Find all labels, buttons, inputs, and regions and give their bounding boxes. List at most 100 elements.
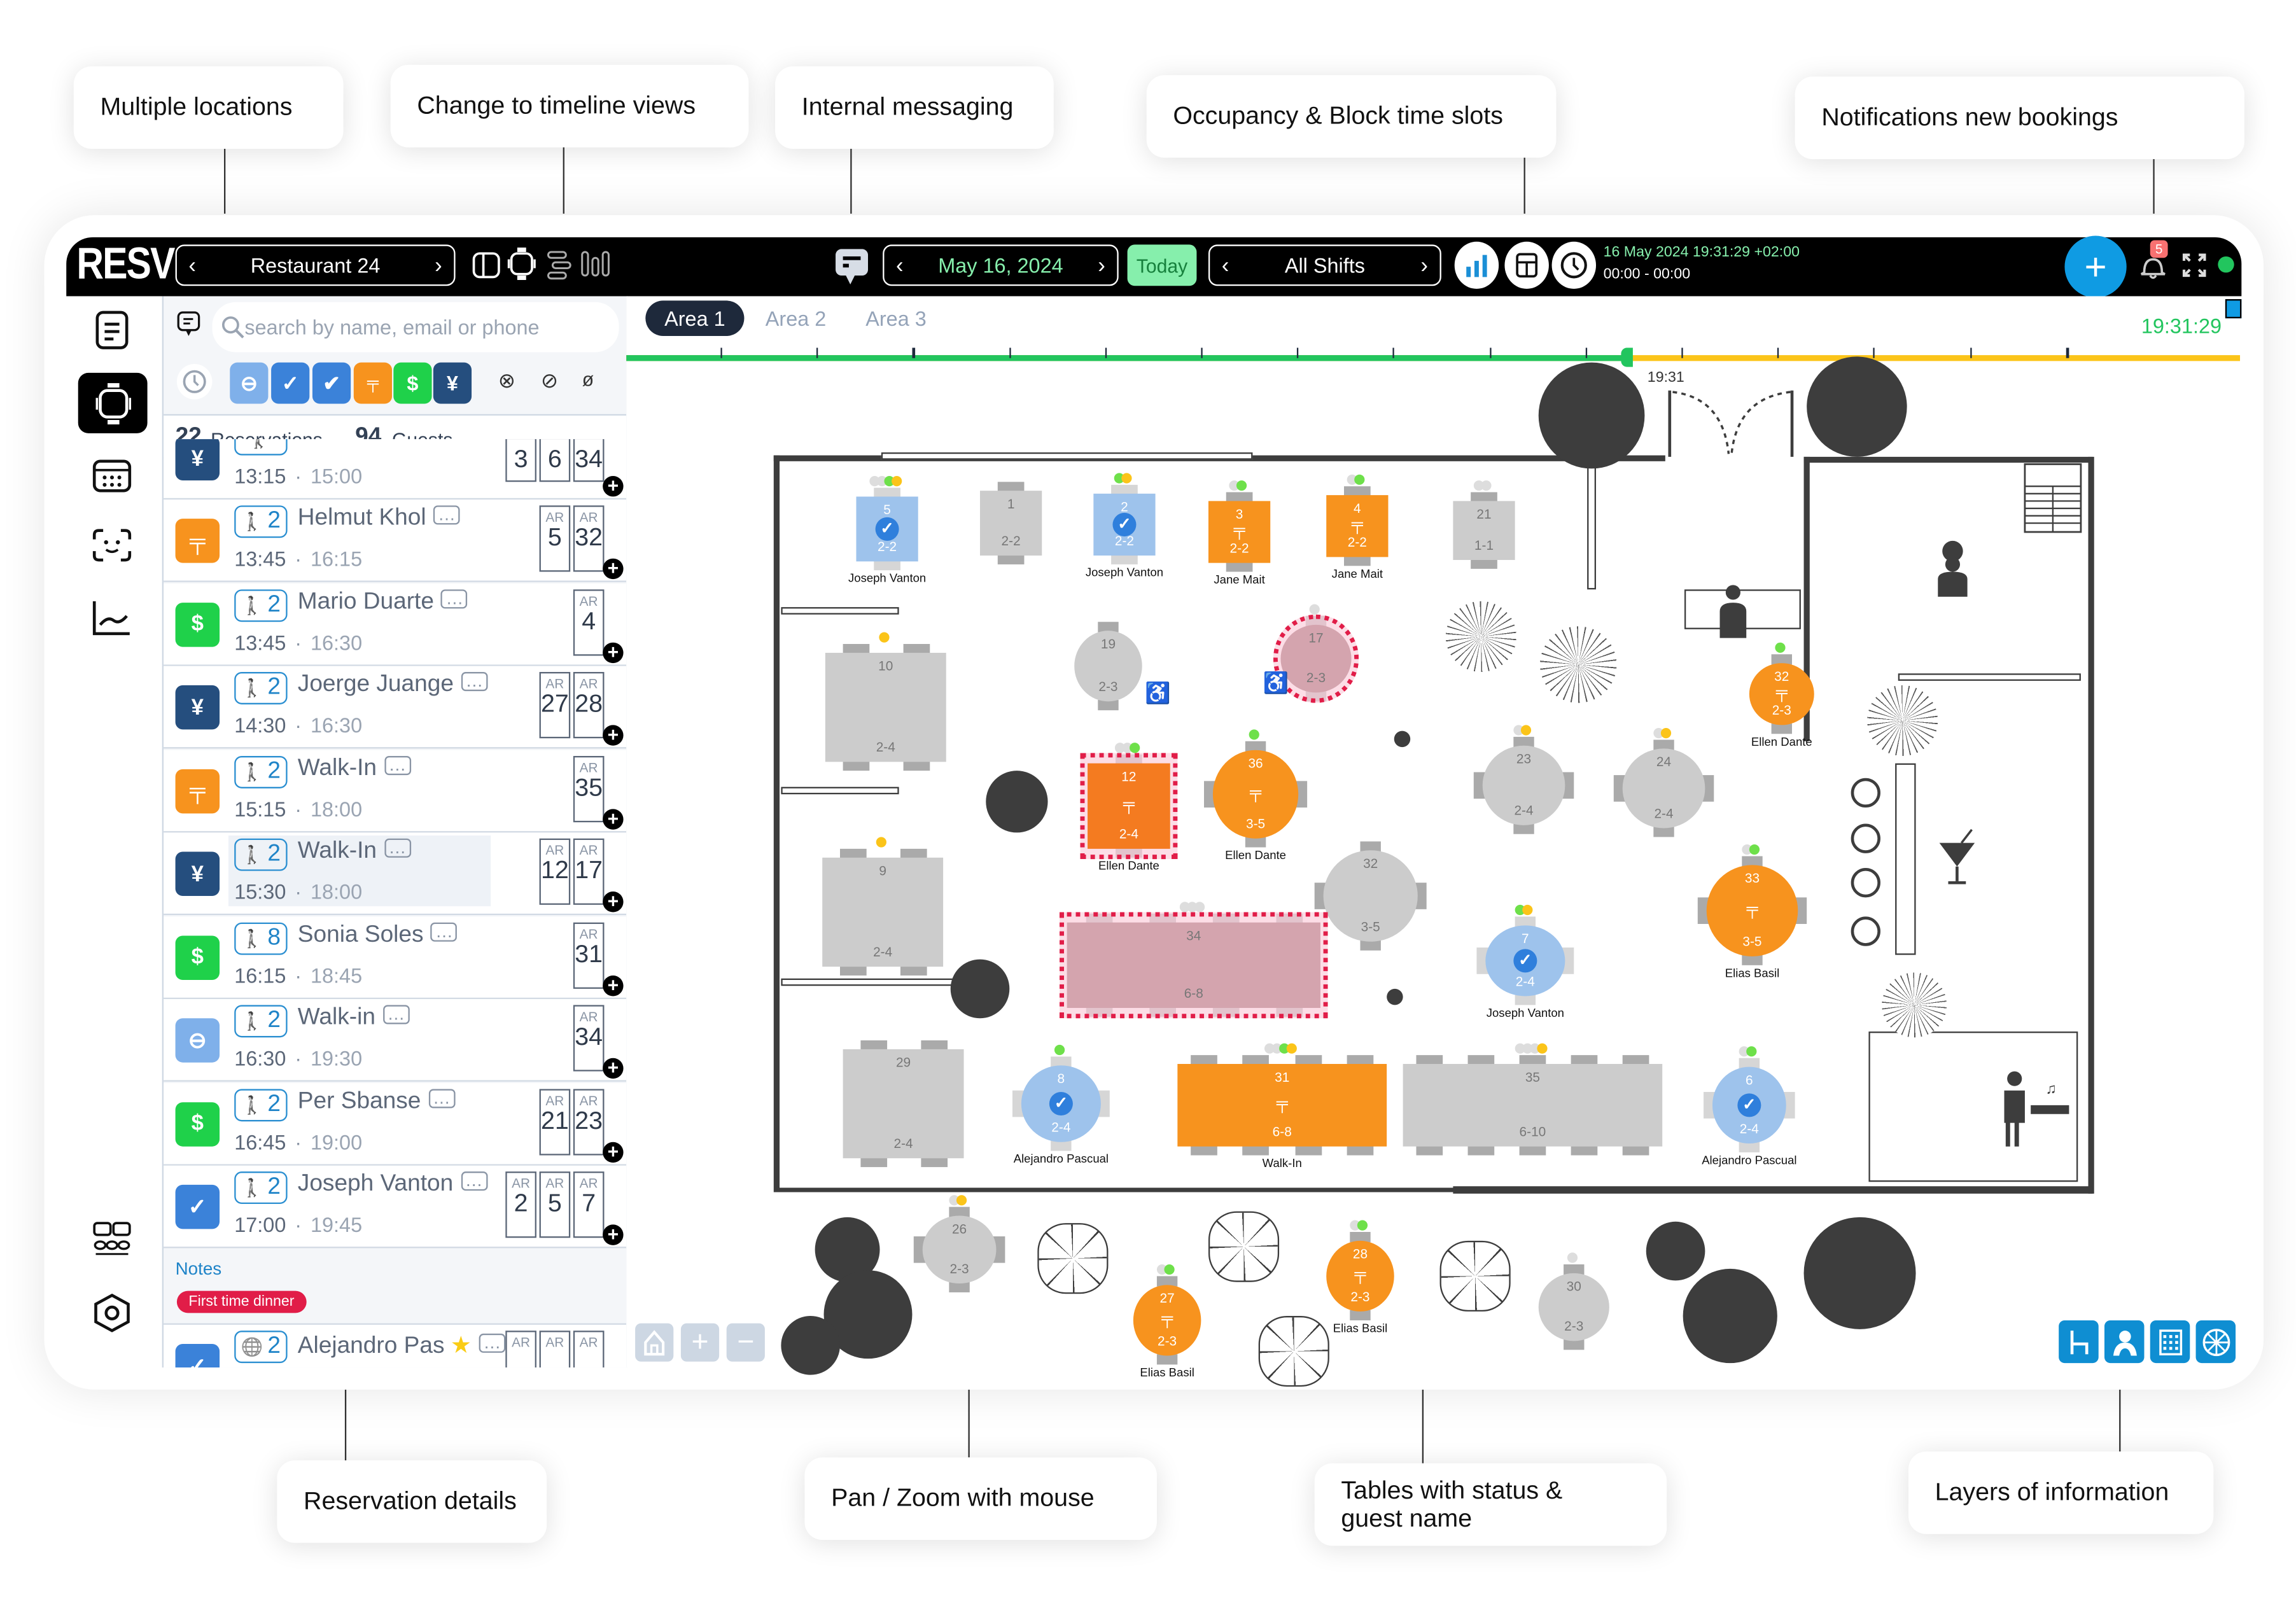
chevron-right-icon[interactable]: ›	[1098, 253, 1105, 277]
reservations-list-icon[interactable]	[92, 309, 133, 351]
split-view-icon[interactable]	[472, 251, 501, 280]
settings-icon[interactable]	[92, 1292, 133, 1334]
table-32[interactable]: 32 3-5	[1323, 850, 1418, 942]
layer-decor-button[interactable]	[2195, 1320, 2236, 1364]
table-35[interactable]: 35 6-10	[1403, 1064, 1663, 1147]
timeline-handle[interactable]	[1621, 347, 1633, 367]
reservation-row[interactable]: ¥ 🚶 2 Walk-In… 15:30 · 18:00 AR 12 AR 17 +	[164, 832, 627, 916]
table-assignment[interactable]: 6	[539, 439, 571, 482]
add-table-button[interactable]: +	[603, 558, 624, 580]
tab-area-2[interactable]: Area 2	[755, 300, 837, 336]
reservation-row[interactable]: ╤ 🚶 2 Helmut Khol… 13:45 · 16:15 AR 5 AR 32 +	[164, 500, 627, 582]
table-8[interactable]: 8 2-4 ✓	[1021, 1065, 1101, 1142]
chevron-left-icon[interactable]: ‹	[1222, 253, 1229, 277]
reservation-row[interactable]: ╤ 🚶 2 Walk-In … 15:15 · 18:00 AR 35 +	[164, 749, 627, 832]
reservation-row[interactable]: ¥ 🚶 2 Joerge Juange… 14:30 · 16:30 AR 27 AR 28 +	[164, 666, 627, 749]
table-9[interactable]: 9 2-4	[822, 857, 944, 967]
search-input[interactable]: search by name, email or phone	[212, 302, 619, 353]
filter-cancelled[interactable]: ⊘	[541, 368, 558, 393]
table-assignment[interactable]: AR 28	[573, 672, 605, 739]
filter-hidden[interactable]: ø	[582, 368, 594, 391]
layer-tables-button[interactable]	[2059, 1320, 2099, 1364]
table-28[interactable]: 28 2-3 ╤	[1326, 1240, 1394, 1312]
table-assignment[interactable]: AR 2	[505, 1171, 536, 1238]
shift-selector[interactable]: ‹ All Shifts ›	[1208, 244, 1441, 286]
table-36[interactable]: 36 3-5 ╤	[1212, 750, 1299, 839]
table-5[interactable]: 5 2-2 ✓	[856, 496, 918, 562]
analytics-icon[interactable]	[92, 598, 133, 640]
table-23[interactable]: 23 2-4	[1482, 745, 1565, 825]
date-selector[interactable]: ‹ May 16, 2024 ›	[883, 244, 1119, 286]
filter-arrived[interactable]: ✔	[312, 362, 351, 404]
table-31[interactable]: 31 6-8 ╤	[1177, 1064, 1387, 1147]
table-4[interactable]: 4 2-2 ╤	[1326, 495, 1389, 557]
add-table-button[interactable]: +	[603, 974, 624, 996]
fullscreen-icon[interactable]	[2181, 252, 2208, 279]
messaging-icon[interactable]	[834, 248, 870, 286]
table-assignment[interactable]: AR 17	[573, 838, 605, 905]
table-assignment[interactable]: AR 21	[539, 1088, 571, 1155]
comment-icon[interactable]: …	[384, 755, 411, 774]
nav-floorplan-button[interactable]	[78, 372, 148, 433]
today-button[interactable]: Today	[1127, 244, 1197, 286]
table-assignment[interactable]: AR 35	[573, 755, 605, 822]
reservation-row[interactable]: ✓ 🚶 2 Joseph Vanton… 17:00 · 19:45 AR 2 AR 5 AR 7 +	[164, 1165, 627, 1248]
table-assignment[interactable]: 3	[505, 439, 536, 482]
add-table-button[interactable]: +	[603, 808, 624, 829]
table-assignment[interactable]: AR 32	[573, 505, 605, 572]
chevron-left-icon[interactable]: ‹	[188, 253, 196, 277]
table-assignment[interactable]: AR 31	[573, 921, 605, 988]
reservation-row[interactable]: ⊖ 🚶 2 Walk-in … 16:30 · 19:30 AR 34 +	[164, 999, 627, 1082]
table-assignment[interactable]: AR 27	[539, 672, 571, 739]
table-32[interactable]: 32 2-3 ╤	[1749, 663, 1814, 725]
filter-confirmed[interactable]: ✓	[271, 362, 310, 404]
column-view-icon[interactable]	[580, 249, 610, 281]
chevron-right-icon[interactable]: ›	[435, 253, 442, 277]
comment-icon[interactable]: …	[433, 505, 460, 525]
reservation-row[interactable]: $ 🚶 2 Per Sbanse… 16:45 · 19:00 AR 21 AR 23 +	[164, 1082, 627, 1165]
add-table-button[interactable]: +	[603, 891, 624, 912]
table-30[interactable]: 30 2-3	[1538, 1273, 1609, 1341]
table-29[interactable]: 29 2-4	[843, 1049, 964, 1159]
reservation-row[interactable]: $ 🚶 8 Sonia Soles … 16:15 · 18:45 AR 31 +	[164, 916, 627, 998]
add-table-button[interactable]: +	[603, 476, 624, 497]
timeline-view-icon[interactable]	[547, 249, 573, 281]
calendar-icon[interactable]	[92, 456, 133, 497]
scroll-marker[interactable]	[2225, 299, 2242, 319]
comment-icon[interactable]: …	[460, 1171, 487, 1191]
table-1[interactable]: 1 2-2	[980, 491, 1042, 556]
guests-face-icon[interactable]	[92, 526, 133, 568]
filter-no-show[interactable]: ⊗	[498, 368, 515, 393]
filter-paid[interactable]: $	[393, 362, 432, 404]
table-27[interactable]: 27 2-3 ╤	[1133, 1285, 1201, 1356]
table-assignment[interactable]: AR 34	[573, 1005, 605, 1072]
table-assignment[interactable]: AR 5	[539, 505, 571, 572]
location-selector[interactable]: ‹ Restaurant 24 ›	[175, 244, 456, 286]
table-2[interactable]: 2 2-2 ✓	[1093, 493, 1156, 556]
table-assignment[interactable]: AR 23	[573, 1088, 605, 1155]
notes-icon[interactable]	[177, 311, 200, 338]
table-assignment[interactable]: AR	[539, 1330, 571, 1368]
comment-icon[interactable]: …	[461, 672, 488, 692]
chevron-left-icon[interactable]: ‹	[896, 253, 904, 277]
table-21[interactable]: 21 1-1	[1453, 501, 1515, 561]
reservation-row[interactable]: ¥ 🚶 13:15 · 15:00 36 34+	[164, 439, 627, 500]
add-table-button[interactable]: +	[603, 1224, 624, 1245]
table-7[interactable]: 7 2-4 ✓	[1485, 925, 1565, 996]
zoom-in-button[interactable]: +	[680, 1323, 720, 1362]
table-assignment[interactable]: AR	[573, 1330, 605, 1368]
table-34[interactable]: 34 6-8	[1067, 922, 1320, 1009]
comment-icon[interactable]: …	[428, 1088, 455, 1108]
table-12[interactable]: 12 2-4 ╤	[1088, 763, 1170, 849]
floorplan-view-icon[interactable]	[507, 246, 536, 282]
table-6[interactable]: 6 2-4 ✓	[1712, 1066, 1786, 1144]
comment-icon[interactable]: …	[431, 921, 458, 941]
comment-icon[interactable]: …	[479, 1333, 506, 1352]
comment-icon[interactable]: …	[441, 589, 468, 608]
layer-guests-button[interactable]	[2104, 1320, 2145, 1364]
filter-finished[interactable]: ¥	[433, 362, 472, 404]
table-10[interactable]: 10 2-4	[825, 652, 946, 762]
tab-area-1[interactable]: Area 1	[645, 300, 745, 337]
layer-grid-button[interactable]	[2150, 1320, 2190, 1364]
block-slots-button[interactable]	[1504, 241, 1549, 289]
